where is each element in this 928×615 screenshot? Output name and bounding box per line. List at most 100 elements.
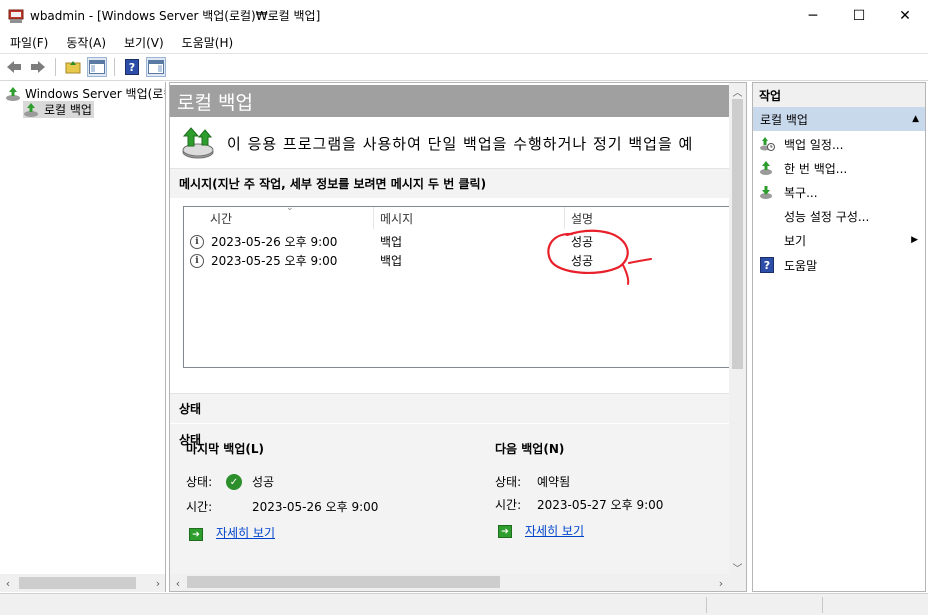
- center-vertical-scrollbar[interactable]: ︿ ﹀: [729, 83, 746, 575]
- red-circle-annotation: [547, 229, 652, 285]
- action-label: 성능 설정 구성...: [784, 209, 870, 224]
- tree-child-label: 로컬 백업: [44, 103, 92, 117]
- toolbar-separator: [55, 58, 56, 76]
- forward-arrow-icon: [31, 61, 45, 73]
- status-divider: [706, 597, 707, 613]
- back-arrow-icon: [7, 61, 21, 73]
- backup-drive-icon: [181, 126, 215, 160]
- scroll-thumb[interactable]: [732, 99, 743, 369]
- center-pane: 로컬 백업 이 응용 프로그램을 사용하여 단일 백업을 수행하거나 정기 백업…: [169, 82, 747, 592]
- column-header-time[interactable]: 시간 ⌄: [184, 207, 374, 229]
- tree-item-windows-server-backup[interactable]: Windows Server 백업(로컬): [5, 85, 166, 102]
- action-recover[interactable]: 복구...: [753, 180, 925, 204]
- action-help[interactable]: ? 도움말: [753, 253, 925, 277]
- details-arrow-icon: ➔: [189, 528, 203, 541]
- last-backup-time-label: 시간:: [186, 500, 213, 514]
- last-backup-time-value: 2023-05-26 오후 9:00: [252, 500, 379, 514]
- next-backup-status-value: 예약됨: [537, 475, 571, 489]
- tree-item-local-backup[interactable]: 로컬 백업: [23, 101, 94, 118]
- help-book-icon: ?: [125, 59, 139, 75]
- actions-header: 작업: [753, 83, 925, 107]
- center-horizontal-scrollbar[interactable]: ‹ ›: [170, 574, 746, 591]
- status-bar-strip: 상태: [170, 393, 731, 423]
- backup-app-icon: [5, 86, 21, 102]
- backup-once-icon: [759, 160, 775, 176]
- tree-horizontal-scrollbar[interactable]: ‹ ›: [0, 574, 165, 592]
- local-backup-icon: [23, 102, 39, 118]
- scroll-thumb[interactable]: [187, 576, 500, 588]
- next-backup-time-label: 시간:: [495, 498, 522, 512]
- scroll-left-arrow[interactable]: ‹: [0, 574, 16, 592]
- messages-list[interactable]: 시간 ⌄ 메시지 설명 i 2023-05-26 오후 9:00 백업 성공 i…: [183, 206, 731, 368]
- scroll-up-arrow[interactable]: ︿: [729, 83, 746, 99]
- actions-group-local-backup[interactable]: 로컬 백업 ▲: [753, 107, 925, 131]
- column-header-message[interactable]: 메시지: [374, 207, 565, 229]
- menu-action[interactable]: 동작(A): [56, 34, 114, 51]
- submenu-arrow-icon: ▶: [911, 235, 918, 245]
- next-backup-details-link[interactable]: 자세히 보기: [525, 522, 584, 539]
- action-performance-settings[interactable]: 성능 설정 구성...: [753, 204, 925, 228]
- scroll-left-arrow[interactable]: ‹: [170, 574, 186, 591]
- success-check-icon: ✓: [226, 474, 242, 490]
- row-time: 2023-05-26 오후 9:00: [211, 235, 338, 249]
- last-backup-title: 마지막 백업(L): [186, 442, 264, 456]
- menu-view[interactable]: 보기(V): [114, 34, 172, 51]
- minimize-button[interactable]: ─: [790, 0, 836, 31]
- details-arrow-icon: ➔: [498, 525, 512, 538]
- menu-help[interactable]: 도움말(H): [172, 34, 242, 51]
- messages-section-title: 메시지(지난 주 작업, 세부 정보를 보려면 메시지 두 번 클릭): [170, 168, 731, 198]
- up-folder-button[interactable]: [63, 57, 83, 77]
- row-time: 2023-05-25 오후 9:00: [211, 254, 338, 268]
- show-action-pane-button[interactable]: [146, 57, 166, 77]
- blank-icon: [759, 232, 775, 248]
- page-title: 로컬 백업: [170, 85, 731, 117]
- back-button[interactable]: [4, 57, 24, 77]
- intro-text: 이 응용 프로그램을 사용하여 단일 백업을 수행하거나 정기 백업을 예: [227, 134, 694, 153]
- action-label: 보기: [784, 233, 807, 248]
- action-label: 한 번 백업...: [784, 161, 848, 176]
- actions-pane: 작업 로컬 백업 ▲ 백업 일정... 한 번 백업... 복구... 성능 설…: [752, 82, 926, 592]
- console-tree: Windows Server 백업(로컬) 로컬 백업 ‹ ›: [0, 82, 166, 592]
- svg-text:?: ?: [764, 259, 770, 272]
- last-backup-status-label: 상태:: [186, 475, 213, 489]
- scroll-right-arrow[interactable]: ›: [713, 574, 729, 591]
- app-icon: [8, 8, 24, 24]
- help-button[interactable]: ?: [122, 57, 142, 77]
- show-tree-button[interactable]: [87, 57, 107, 77]
- column-time-label: 시간: [210, 211, 233, 226]
- scroll-thumb[interactable]: [19, 577, 136, 589]
- toolbar-separator: [114, 58, 115, 76]
- status-bar: [0, 593, 928, 615]
- help-book-icon: ?: [759, 257, 775, 273]
- menu-file[interactable]: 파일(F): [0, 34, 56, 51]
- tree-root-label: Windows Server 백업(로컬): [25, 87, 166, 101]
- column-header-description[interactable]: 설명: [565, 207, 730, 229]
- action-pane-icon: [148, 60, 164, 74]
- title-bar: wbadmin - [Windows Server 백업(로컬)₩로컬 백업] …: [0, 0, 928, 31]
- action-backup-once[interactable]: 한 번 백업...: [753, 156, 925, 180]
- last-backup-details-link[interactable]: 자세히 보기: [216, 524, 275, 541]
- svg-text:?: ?: [129, 61, 135, 74]
- scroll-right-arrow[interactable]: ›: [150, 574, 165, 592]
- blank-icon: [759, 208, 775, 224]
- column-message-label: 메시지: [380, 211, 414, 226]
- status-divider: [822, 597, 823, 613]
- intro-banner: 이 응용 프로그램을 사용하여 단일 백업을 수행하거나 정기 백업을 예: [170, 119, 731, 167]
- maximize-button[interactable]: ☐: [836, 0, 882, 31]
- next-backup-title: 다음 백업(N): [495, 442, 565, 456]
- action-view[interactable]: 보기 ▶: [753, 228, 925, 252]
- next-backup-status-label: 상태:: [495, 475, 522, 489]
- backup-schedule-icon: [759, 136, 775, 152]
- menu-bar: 파일(F) 동작(A) 보기(V) 도움말(H): [0, 31, 928, 53]
- actions-group-label: 로컬 백업: [760, 112, 808, 127]
- console-tree-icon: [89, 60, 105, 74]
- action-backup-schedule[interactable]: 백업 일정...: [753, 132, 925, 156]
- toolbar: ?: [0, 53, 928, 81]
- column-description-label: 설명: [571, 211, 594, 226]
- recover-icon: [759, 184, 775, 200]
- forward-button[interactable]: [28, 57, 48, 77]
- info-icon: i: [190, 234, 204, 249]
- scroll-down-arrow[interactable]: ﹀: [729, 559, 746, 575]
- close-button[interactable]: ✕: [882, 0, 928, 31]
- window-title: wbadmin - [Windows Server 백업(로컬)₩로컬 백업]: [30, 9, 321, 23]
